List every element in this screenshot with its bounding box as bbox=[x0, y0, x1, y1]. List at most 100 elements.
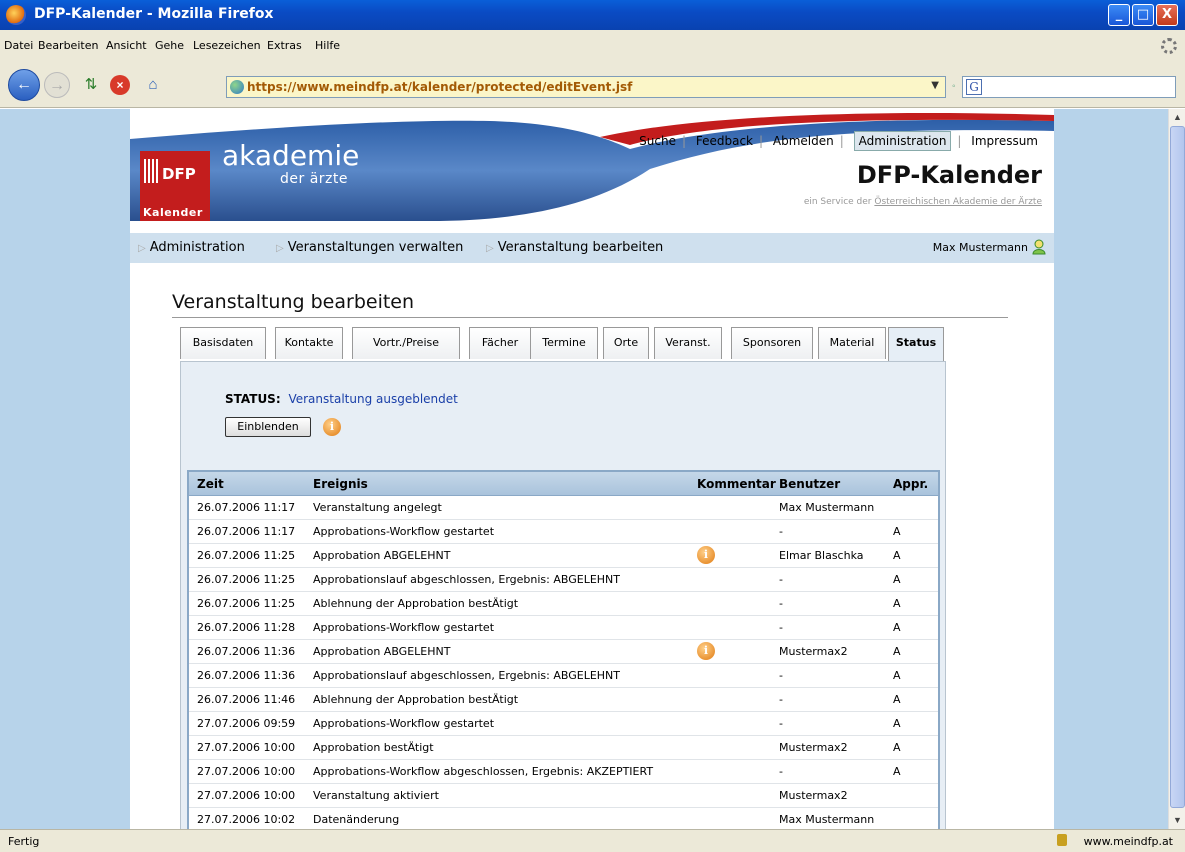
table-row: 26.07.2006 11:28 Approbations-Workflow ge… bbox=[189, 616, 938, 640]
triangle-icon: ▷ bbox=[486, 243, 494, 254]
cell-zeit: 26.07.2006 11:17 bbox=[197, 501, 296, 514]
link-suche[interactable]: Suche bbox=[639, 134, 676, 148]
menu-bearbeiten[interactable]: Bearbeiten bbox=[38, 39, 98, 52]
cell-appr: A bbox=[893, 669, 901, 682]
cell-zeit: 26.07.2006 11:46 bbox=[197, 693, 296, 706]
tab-veranst[interactable]: Veranst. bbox=[654, 327, 722, 359]
cell-benutzer: Elmar Blaschka bbox=[779, 549, 864, 562]
navigation-toolbar: ← → ⇅ × ⌂ https://www.meindfp.at/kalende… bbox=[0, 63, 1185, 108]
globe-icon bbox=[230, 80, 244, 94]
status-line: STATUS: Veranstaltung ausgeblendet bbox=[225, 392, 458, 406]
status-text: Fertig bbox=[8, 835, 40, 848]
tab-material[interactable]: Material bbox=[818, 327, 886, 359]
site-header: DFP Kalender akademie der ärzte Suche | F… bbox=[130, 109, 1054, 227]
menu-extras[interactable]: Extras bbox=[267, 39, 302, 52]
cell-ereignis: Approbation ABGELEHNT bbox=[313, 549, 451, 562]
link-feedback[interactable]: Feedback bbox=[696, 134, 753, 148]
page-content: DFP Kalender akademie der ärzte Suche | F… bbox=[130, 109, 1054, 829]
reload-button[interactable]: ⇅ bbox=[78, 72, 104, 98]
cell-zeit: 26.07.2006 11:17 bbox=[197, 525, 296, 538]
cell-benutzer: Max Mustermann bbox=[779, 813, 875, 826]
cell-ereignis: Approbation bestÄtigt bbox=[313, 741, 434, 754]
firefox-icon bbox=[6, 5, 26, 25]
einblenden-button[interactable]: Einblenden bbox=[225, 417, 311, 437]
cell-benutzer: - bbox=[779, 765, 783, 778]
tab-orte[interactable]: Orte bbox=[603, 327, 649, 359]
cell-zeit: 27.07.2006 10:00 bbox=[197, 741, 296, 754]
tab-vortr-preise[interactable]: Vortr./Preise bbox=[352, 327, 460, 359]
header-ereignis[interactable]: Ereignis bbox=[313, 477, 368, 491]
menu-hilfe[interactable]: Hilfe bbox=[315, 39, 340, 52]
cell-ereignis: Approbationslauf abgeschlossen, Ergebnis… bbox=[313, 669, 620, 682]
lock-icon[interactable] bbox=[1057, 834, 1067, 846]
search-input[interactable]: G bbox=[962, 76, 1176, 98]
cell-benutzer: - bbox=[779, 573, 783, 586]
status-host: www.meindfp.at bbox=[1083, 835, 1173, 848]
cell-zeit: 26.07.2006 11:25 bbox=[197, 573, 296, 586]
cell-zeit: 27.07.2006 09:59 bbox=[197, 717, 296, 730]
header-appr[interactable]: Appr. bbox=[893, 477, 928, 491]
table-row: 26.07.2006 11:25 Ablehnung der Approbatio… bbox=[189, 592, 938, 616]
scroll-down-icon[interactable]: ▼ bbox=[1169, 812, 1185, 829]
info-icon[interactable]: i bbox=[323, 418, 341, 436]
cell-appr: A bbox=[893, 621, 901, 634]
service-link[interactable]: Österreichischen Akademie der Ärzte bbox=[874, 197, 1042, 207]
close-button[interactable]: X bbox=[1156, 4, 1178, 26]
tab-sponsoren[interactable]: Sponsoren bbox=[731, 327, 813, 359]
table-header: Zeit Ereignis Kommentar Benutzer Appr. bbox=[189, 472, 938, 496]
breadcrumb-item-veranstaltungen[interactable]: ▷ Veranstaltungen verwalten bbox=[276, 240, 463, 255]
header-zeit[interactable]: Zeit bbox=[197, 477, 224, 491]
cell-benutzer: Max Mustermann bbox=[779, 501, 875, 514]
tab-status[interactable]: Status bbox=[888, 327, 944, 362]
stop-button[interactable]: × bbox=[110, 75, 130, 95]
dfp-logo[interactable]: DFP Kalender bbox=[140, 151, 210, 221]
akademie-logo-text: akademie bbox=[222, 139, 360, 172]
menu-lesezeichen[interactable]: Lesezeichen bbox=[193, 39, 261, 52]
tab-basisdaten[interactable]: Basisdaten bbox=[180, 327, 266, 359]
menu-ansicht[interactable]: Ansicht bbox=[106, 39, 147, 52]
cell-appr: A bbox=[893, 717, 901, 730]
page-title: Veranstaltung bearbeiten bbox=[172, 291, 415, 313]
cell-benutzer: - bbox=[779, 621, 783, 634]
tab-kontakte[interactable]: Kontakte bbox=[275, 327, 343, 359]
scrollbar-thumb[interactable] bbox=[1170, 126, 1185, 808]
breadcrumb-item-bearbeiten[interactable]: ▷ Veranstaltung bearbeiten bbox=[486, 240, 663, 255]
link-administration[interactable]: Administration bbox=[853, 131, 952, 151]
breadcrumb-item-administration[interactable]: ▷ Administration bbox=[138, 240, 245, 255]
back-button[interactable]: ← bbox=[8, 69, 40, 101]
url-dropdown-icon[interactable]: ▼ bbox=[931, 80, 939, 91]
url-bar[interactable]: https://www.meindfp.at/kalender/protecte… bbox=[226, 76, 946, 98]
event-log-table: Zeit Ereignis Kommentar Benutzer Appr. 2… bbox=[187, 470, 940, 829]
vertical-scrollbar[interactable]: ▲ ▼ bbox=[1168, 109, 1185, 829]
go-icon[interactable]: ◦ bbox=[952, 81, 956, 92]
scroll-up-icon[interactable]: ▲ bbox=[1169, 109, 1185, 126]
cell-ereignis: Approbationslauf abgeschlossen, Ergebnis… bbox=[313, 573, 620, 586]
menu-datei[interactable]: Datei bbox=[4, 39, 33, 52]
breadcrumb: ▷ Administration ▷ Veranstaltungen verwalt… bbox=[130, 233, 1054, 263]
cell-ereignis: Approbations-Workflow abgeschlossen, Erg… bbox=[313, 765, 654, 778]
tab-termine[interactable]: Termine bbox=[530, 327, 598, 359]
cell-benutzer: - bbox=[779, 597, 783, 610]
maximize-button[interactable]: □ bbox=[1132, 4, 1154, 26]
window-title: DFP-Kalender - Mozilla Firefox bbox=[34, 6, 274, 22]
forward-button[interactable]: → bbox=[44, 72, 70, 98]
header-benutzer[interactable]: Benutzer bbox=[779, 477, 840, 491]
cell-benutzer: Mustermax2 bbox=[779, 789, 848, 802]
table-row: 27.07.2006 10:00 Approbations-Workflow ab… bbox=[189, 760, 938, 784]
comment-icon[interactable]: i bbox=[697, 546, 715, 564]
table-row: 26.07.2006 11:25 Approbation ABGELEHNT Elm… bbox=[189, 544, 938, 568]
tab-faecher[interactable]: Fächer bbox=[469, 327, 531, 359]
menu-gehe[interactable]: Gehe bbox=[155, 39, 184, 52]
cell-benutzer: - bbox=[779, 717, 783, 730]
table-row: 27.07.2006 09:59 Approbations-Workflow ge… bbox=[189, 712, 938, 736]
link-abmelden[interactable]: Abmelden bbox=[773, 134, 834, 148]
link-impressum[interactable]: Impressum bbox=[971, 134, 1038, 148]
table-row: 26.07.2006 11:36 Approbation ABGELEHNT Mus… bbox=[189, 640, 938, 664]
cell-zeit: 27.07.2006 10:00 bbox=[197, 789, 296, 802]
header-kommentar[interactable]: Kommentar bbox=[697, 477, 776, 491]
cell-appr: A bbox=[893, 597, 901, 610]
table-row: 26.07.2006 11:36 Approbationslauf abgesch… bbox=[189, 664, 938, 688]
minimize-button[interactable]: _ bbox=[1108, 4, 1130, 26]
comment-icon[interactable]: i bbox=[697, 642, 715, 660]
home-button[interactable]: ⌂ bbox=[140, 72, 166, 98]
